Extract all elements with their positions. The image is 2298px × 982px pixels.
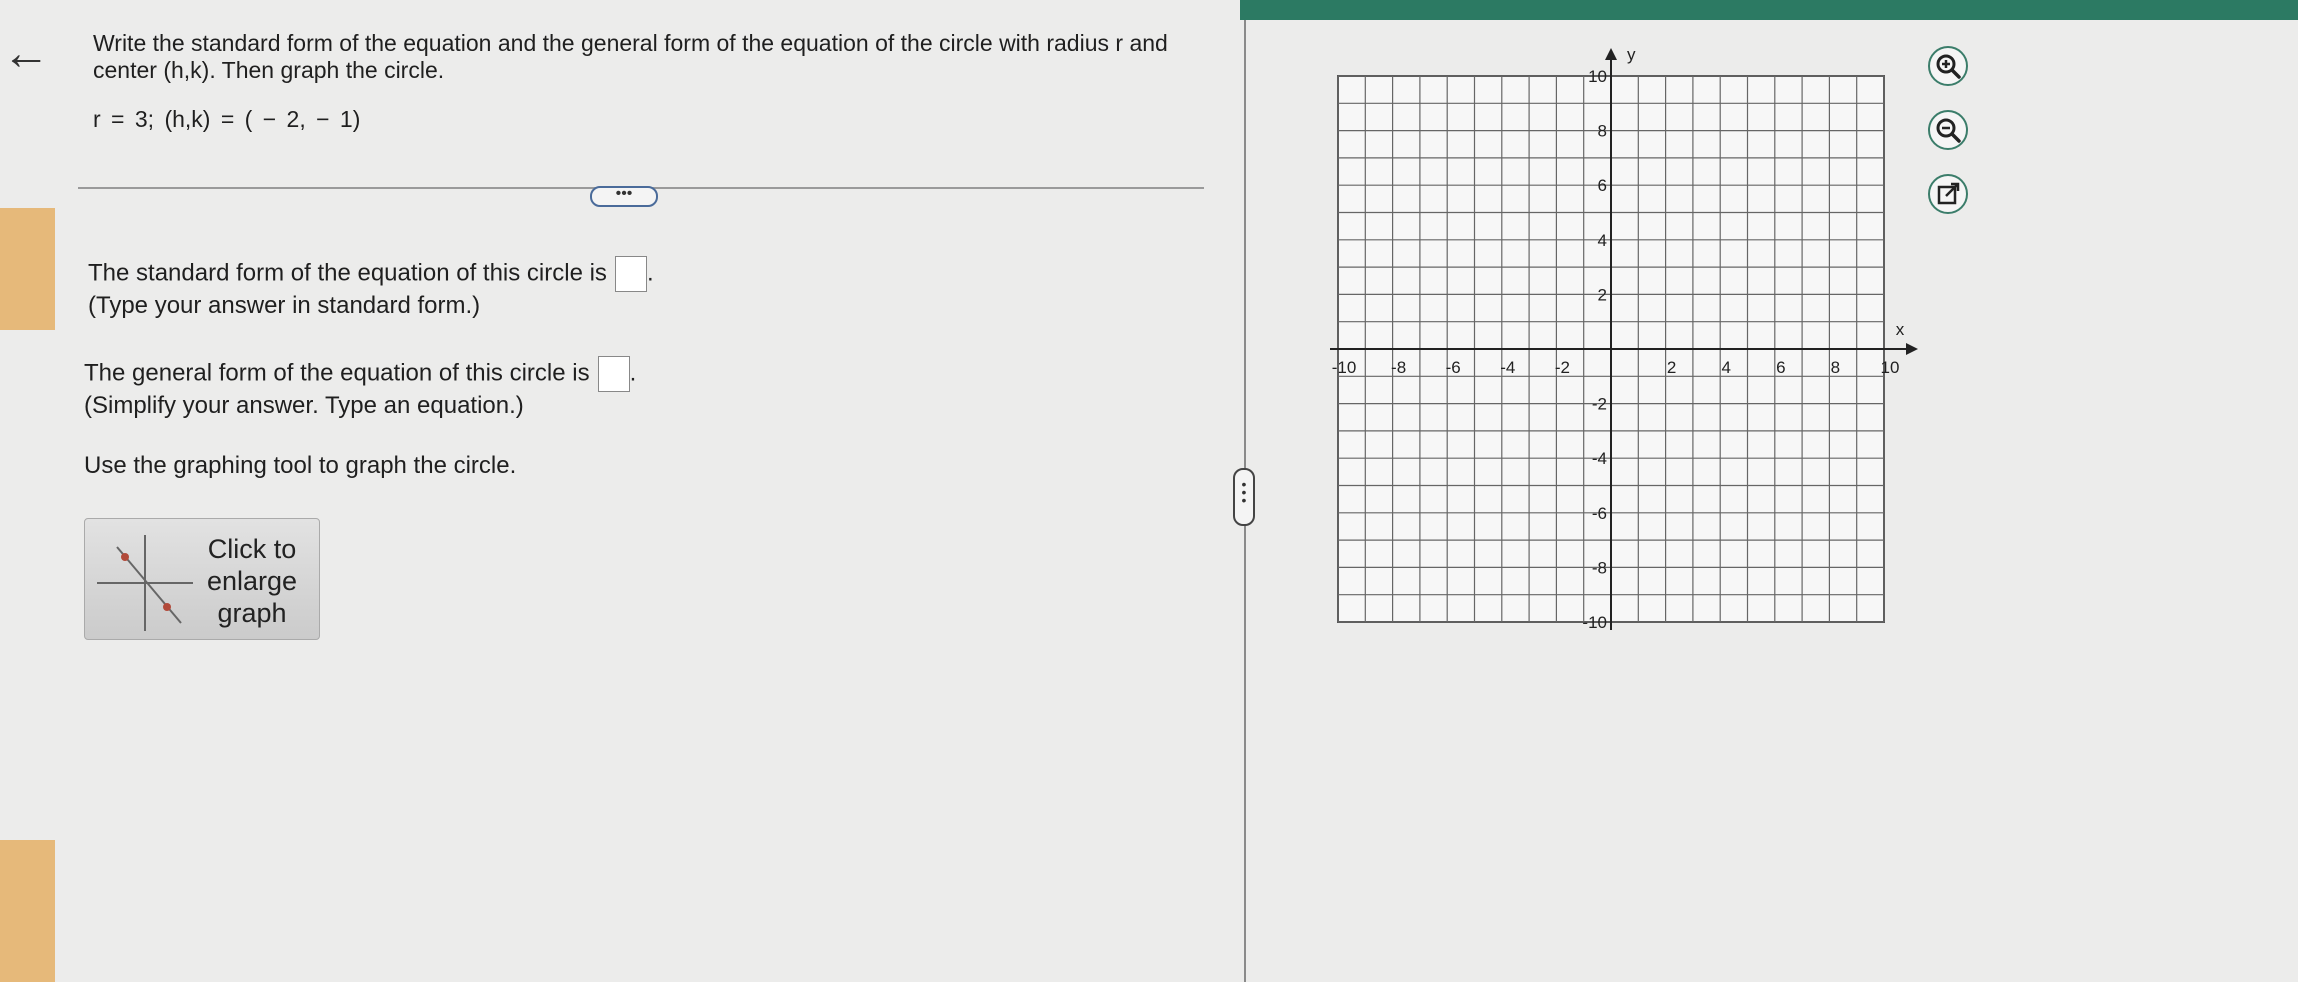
zoom-in-button[interactable]: [1928, 46, 1968, 86]
x-tick-label: -8: [1391, 358, 1406, 377]
left-nav-strip: [0, 840, 55, 982]
period: .: [646, 259, 654, 287]
top-bar: [1240, 0, 2298, 20]
popout-graph-button[interactable]: [1928, 174, 1968, 214]
expand-more-button[interactable]: •••: [590, 186, 658, 207]
x-tick-label: 10: [1881, 358, 1900, 377]
general-form-row: The general form of the equation of this…: [84, 356, 636, 392]
coordinate-grid[interactable]: x y -10 -8 -6 -4 -2 2 4 6 8 10 10 8 6 4 2 -2 -4 -6 -8 -10: [1300, 40, 1920, 640]
y-tick-label: 4: [1598, 231, 1607, 250]
y-tick-label: -10: [1582, 613, 1607, 632]
zoom-out-button[interactable]: [1928, 110, 1968, 150]
y-tick-label: -6: [1592, 504, 1607, 523]
period: .: [629, 359, 637, 387]
given-values: r = 3; (h,k) = ( − 2, − 1): [93, 106, 361, 132]
pane-resize-handle[interactable]: • • •: [1233, 468, 1255, 526]
graph-thumbnail-icon: [97, 535, 193, 631]
question-prompt: Write the standard form of the equation …: [93, 30, 1168, 83]
y-tick-label: 6: [1598, 176, 1607, 195]
enlarge-graph-label: Click to enlarge graph: [206, 534, 298, 628]
general-form-answer-input[interactable]: [597, 356, 630, 392]
standard-form-hint: (Type your answer in standard form.): [88, 292, 481, 319]
x-tick-label: -10: [1332, 358, 1357, 377]
x-tick-label: 6: [1776, 358, 1785, 377]
y-tick-label: 10: [1588, 67, 1607, 86]
y-tick-label: 2: [1598, 285, 1607, 304]
x-tick-label: 2: [1667, 358, 1676, 377]
zoom-in-icon: [1936, 54, 1961, 79]
left-nav-strip: [0, 208, 55, 330]
external-link-icon: [1937, 182, 1960, 205]
x-axis-arrow: [1906, 343, 1918, 355]
general-form-label: The general form of the equation of this…: [84, 359, 590, 387]
y-tick-label: -8: [1592, 558, 1607, 577]
zoom-out-icon: [1936, 118, 1961, 143]
y-axis-label: y: [1627, 45, 1636, 64]
y-axis-arrow: [1605, 48, 1617, 60]
y-tick-label: 8: [1598, 122, 1607, 141]
back-arrow-icon[interactable]: ←: [2, 30, 50, 78]
x-tick-label: -2: [1555, 358, 1570, 377]
enlarge-graph-button[interactable]: Click to enlarge graph: [84, 518, 320, 640]
standard-form-answer-input[interactable]: [614, 256, 647, 292]
x-tick-label: 4: [1721, 358, 1730, 377]
x-axis-label: x: [1896, 320, 1905, 339]
standard-form-row: The standard form of the equation of thi…: [88, 256, 654, 292]
x-tick-label: -4: [1500, 358, 1515, 377]
standard-form-label: The standard form of the equation of thi…: [88, 259, 607, 287]
graph-instruction: Use the graphing tool to graph the circl…: [84, 452, 517, 479]
y-tick-label: -4: [1592, 449, 1607, 468]
x-tick-label: 8: [1831, 358, 1840, 377]
general-form-hint: (Simplify your answer. Type an equation.…: [84, 392, 524, 419]
x-tick-label: -6: [1446, 358, 1461, 377]
y-tick-label: -2: [1592, 395, 1607, 414]
